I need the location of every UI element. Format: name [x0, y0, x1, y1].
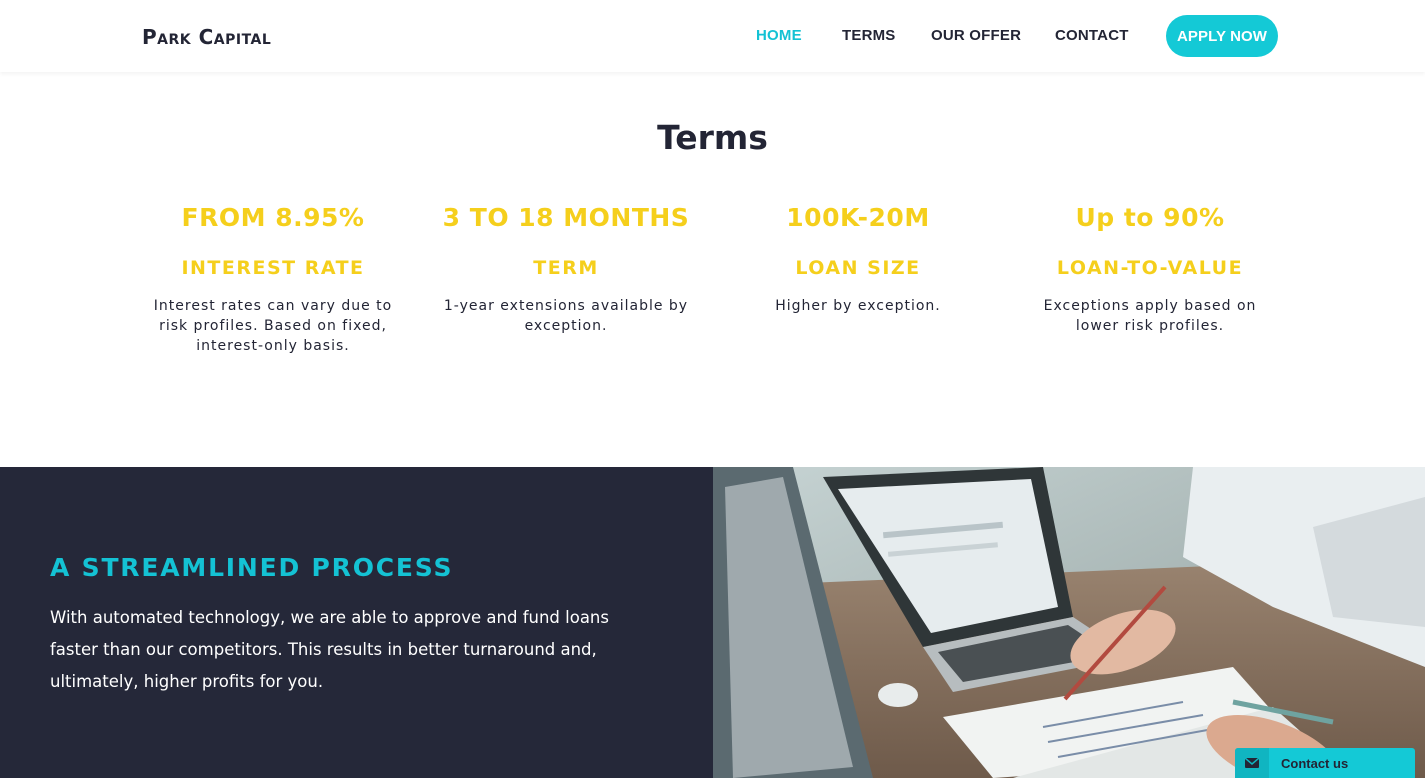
nav-contact[interactable]: CONTACT — [1055, 27, 1129, 44]
term-description: Higher by exception. — [775, 298, 941, 314]
term-label: INTEREST RATE — [181, 257, 365, 279]
office-photo — [713, 467, 1425, 778]
term-description: Interest rates can vary due to risk prof… — [153, 298, 393, 354]
term-value: Up to 90% — [1075, 203, 1225, 232]
term-value: 100K-20M — [786, 203, 930, 232]
term-value: FROM 8.95% — [181, 203, 365, 232]
contact-us-label: Contact us — [1281, 755, 1349, 771]
apply-now-button[interactable]: APPLY NOW — [1166, 15, 1278, 57]
envelope-icon — [1235, 748, 1269, 778]
term-label: LOAN-TO-VALUE — [1056, 257, 1244, 279]
contact-us-widget[interactable]: Contact us — [1235, 748, 1415, 778]
svg-text:Park Capital: Park Capital — [142, 25, 271, 48]
term-card-ltv: Up to 90% LOAN-TO-VALUE Exceptions apply… — [1015, 198, 1285, 336]
term-label: TERM — [533, 257, 599, 279]
term-card-term: 3 TO 18 MONTHS TERM 1-year extensions av… — [431, 198, 701, 336]
site-header: Park Capital HOME TERMS OUR OFFER CONTAC… — [0, 0, 1425, 72]
nav-our-offer[interactable]: OUR OFFER — [931, 27, 1021, 44]
term-card-loan-size: 100K-20M LOAN SIZE Higher by exception. — [723, 198, 993, 316]
nav-terms[interactable]: TERMS — [842, 27, 896, 44]
term-card-interest: FROM 8.95% INTEREST RATE Interest rates … — [138, 198, 408, 356]
term-description: Exceptions apply based on lower risk pro… — [1043, 298, 1257, 334]
term-description: 1-year extensions available by exception… — [443, 298, 689, 334]
process-title: A STREAMLINED PROCESS — [50, 553, 454, 582]
nav-home[interactable]: HOME — [756, 27, 802, 44]
term-label: LOAN SIZE — [795, 257, 921, 279]
logo-wordmark: Park Capital — [142, 25, 271, 49]
term-value: 3 TO 18 MONTHS — [442, 203, 690, 232]
process-text: With automated technology, we are able t… — [50, 608, 609, 691]
terms-title: Terms — [657, 118, 768, 157]
laptop-desk-illustration — [713, 467, 1425, 778]
logo[interactable]: Park Capital — [142, 20, 322, 54]
process-section: A STREAMLINED PROCESS With automated tec… — [0, 467, 713, 778]
